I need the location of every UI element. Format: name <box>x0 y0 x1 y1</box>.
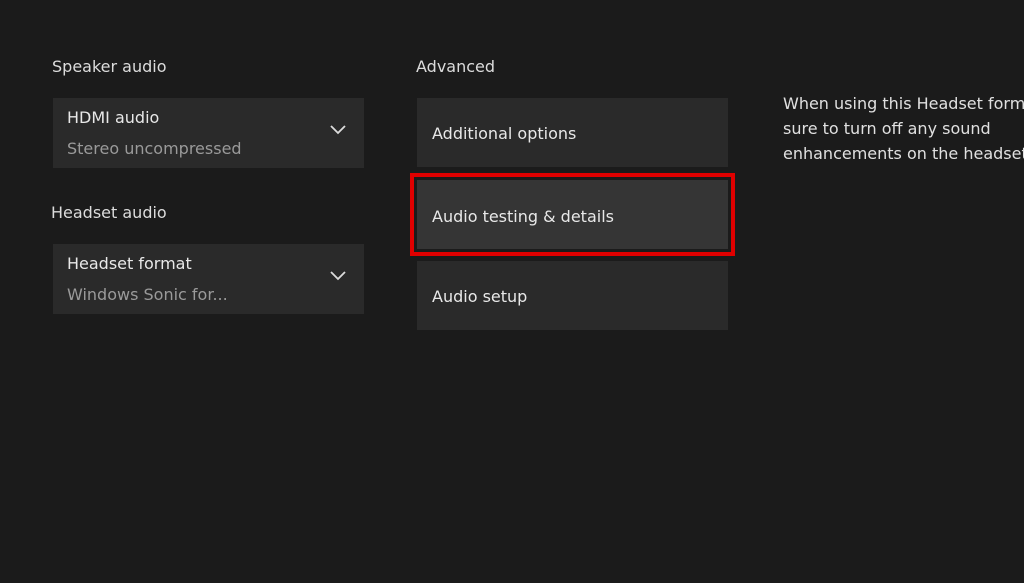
dropdown-label: HDMI audio <box>67 108 160 127</box>
tile-label: Audio setup <box>432 287 528 306</box>
description-line: When using this Headset form <box>783 94 1024 113</box>
tile-label: Additional options <box>432 124 577 143</box>
headset-format-description: When using this Headset form sure to tur… <box>783 91 1024 166</box>
audio-testing-details-button[interactable]: Audio testing & details <box>410 173 735 256</box>
additional-options-button[interactable]: Additional options <box>417 98 728 167</box>
chevron-down-icon <box>330 125 346 135</box>
headset-format-dropdown[interactable]: Headset format Windows Sonic for... <box>53 244 364 314</box>
hdmi-audio-dropdown[interactable]: HDMI audio Stereo uncompressed <box>53 98 364 168</box>
headset-audio-title: Headset audio <box>51 203 167 222</box>
tile-label: Audio testing & details <box>432 207 614 226</box>
dropdown-value: Stereo uncompressed <box>67 139 242 158</box>
speaker-audio-title: Speaker audio <box>52 57 167 76</box>
dropdown-label: Headset format <box>67 254 192 273</box>
dropdown-value: Windows Sonic for... <box>67 285 228 304</box>
description-line: enhancements on the headset <box>783 144 1024 163</box>
chevron-down-icon <box>330 271 346 281</box>
description-line: sure to turn off any sound <box>783 119 991 138</box>
advanced-title: Advanced <box>416 57 496 76</box>
audio-settings-page: Speaker audio HDMI audio Stereo uncompre… <box>0 0 1024 583</box>
audio-setup-button[interactable]: Audio setup <box>417 261 728 330</box>
